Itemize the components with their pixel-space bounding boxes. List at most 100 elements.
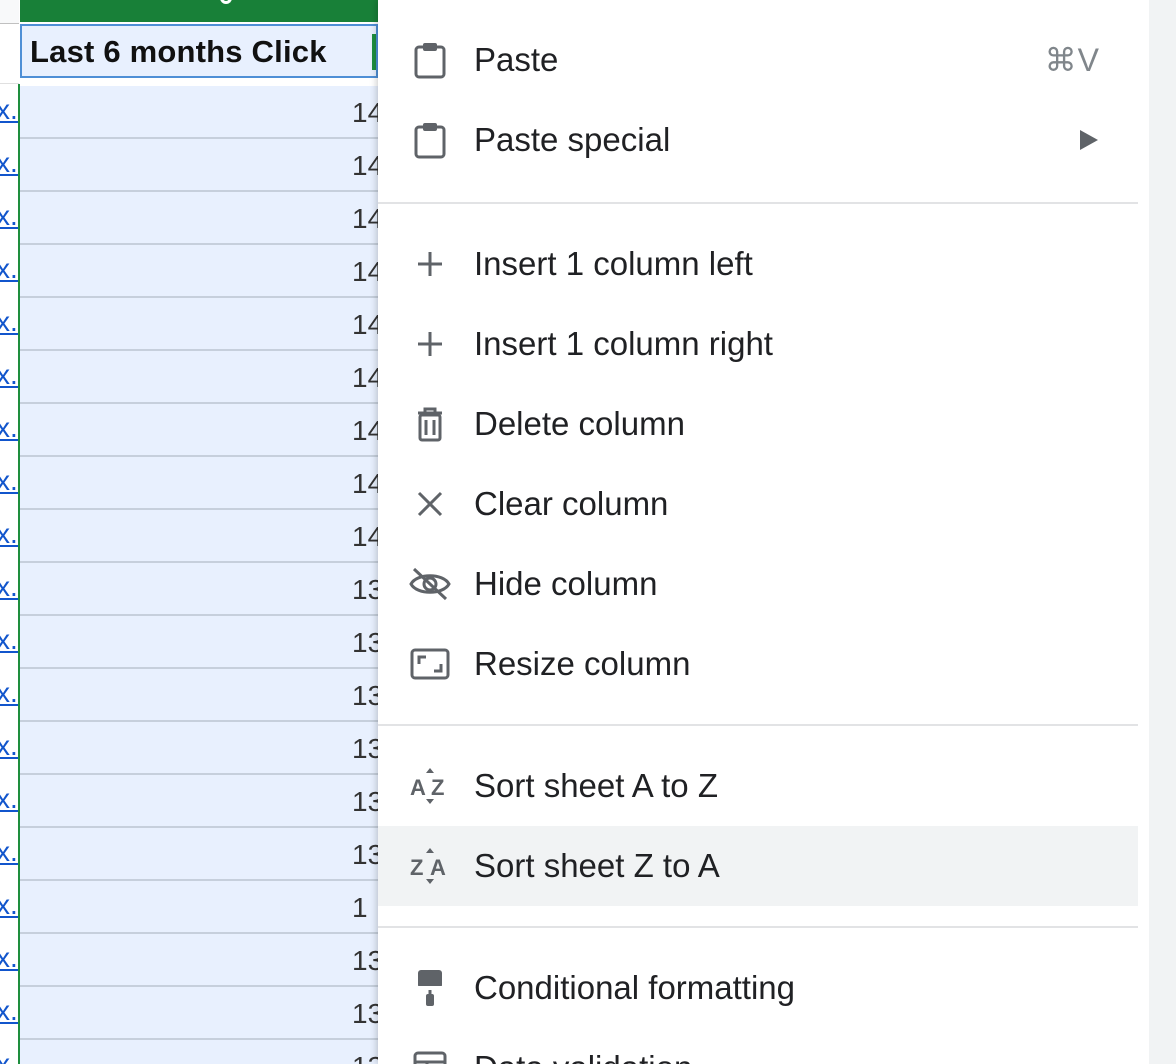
column-cells: 14 14 14 14 14 14 14 14 14 13 13 13 13 13 13 1 13 13 13 xyxy=(20,86,378,1064)
scrollbar-track[interactable] xyxy=(1149,0,1176,1064)
column-header-selected[interactable] xyxy=(20,0,378,22)
clipboard-icon xyxy=(408,40,452,80)
menu-item-paste-special[interactable]: Paste special xyxy=(378,100,1138,180)
menu-item-label: Clear column xyxy=(474,485,669,522)
table-row[interactable]: 1 xyxy=(20,881,378,934)
svg-text:A: A xyxy=(430,855,446,880)
table-row[interactable]: 14 xyxy=(20,351,378,404)
link-cell-fragment[interactable]: x.t xyxy=(0,1038,19,1064)
link-cell-fragment[interactable]: x.t xyxy=(0,614,19,666)
menu-item-conditional-formatting[interactable]: Conditional formatting xyxy=(378,948,1138,1028)
link-cell-fragment[interactable]: x.t xyxy=(0,243,19,295)
link-cell-fragment[interactable]: x.t xyxy=(0,561,19,613)
cell-value: 14 xyxy=(352,256,378,287)
link-cell-fragment[interactable]: x.t xyxy=(0,667,19,719)
cell-value: 13 xyxy=(352,733,378,764)
menu-item-label: Resize column xyxy=(474,645,691,682)
table-row[interactable]: 13 xyxy=(20,616,378,669)
plus-icon xyxy=(408,244,452,284)
trash-icon xyxy=(408,404,452,444)
clipboard-icon xyxy=(408,120,452,160)
link-cell-fragment[interactable]: x.t xyxy=(0,985,19,1037)
link-cell-fragment[interactable]: x.t xyxy=(0,84,19,136)
svg-text:Z: Z xyxy=(431,775,444,800)
cell-value: 14 xyxy=(352,468,378,499)
table-row[interactable]: 13 xyxy=(20,669,378,722)
table-row[interactable]: 14 xyxy=(20,139,378,192)
link-cell-fragment[interactable]: x.t xyxy=(0,349,19,401)
link-cell-fragment[interactable]: x.t xyxy=(0,720,19,772)
table-row[interactable]: 13 xyxy=(20,722,378,775)
previous-header-cell[interactable] xyxy=(0,24,19,84)
menu-item-label: Data validation xyxy=(474,1028,692,1064)
link-cell-fragment[interactable]: x.t xyxy=(0,932,19,984)
header-cell[interactable]: Last 6 months Click xyxy=(20,24,378,78)
link-cell-fragment[interactable]: x.t xyxy=(0,190,19,242)
link-cell-fragment[interactable]: x.t xyxy=(0,402,19,454)
menu-divider xyxy=(378,724,1138,726)
menu-item-delete-column[interactable]: Delete column xyxy=(378,384,1138,464)
cell-value: 14 xyxy=(352,415,378,446)
cell-value: 14 xyxy=(352,150,378,181)
cell-value: 14 xyxy=(352,97,378,128)
cell-value: 14 xyxy=(352,309,378,340)
menu-item-data-validation[interactable]: Data validation xyxy=(378,1028,1138,1064)
menu-item-insert-column-left[interactable]: Insert 1 column left xyxy=(378,224,1138,304)
link-cell-fragment[interactable]: x.t xyxy=(0,296,19,348)
menu-item-label: Sort sheet A to Z xyxy=(474,767,718,804)
previous-column-header[interactable] xyxy=(0,0,19,24)
paint-roller-icon xyxy=(408,968,452,1008)
menu-item-resize-column[interactable]: Resize column xyxy=(378,624,1138,704)
cell-value: 13 xyxy=(352,786,378,817)
link-cell-fragment[interactable]: x.t xyxy=(0,826,19,878)
table-row[interactable]: 14 xyxy=(20,510,378,563)
plus-icon xyxy=(408,324,452,364)
eye-off-icon xyxy=(408,564,452,604)
svg-text:A: A xyxy=(410,775,426,800)
resize-icon xyxy=(408,644,452,684)
table-row[interactable]: 13 xyxy=(20,563,378,616)
table-row[interactable]: 14 xyxy=(20,245,378,298)
menu-item-paste[interactable]: Paste ⌘V xyxy=(378,20,1138,100)
menu-item-label: Insert 1 column right xyxy=(474,325,773,362)
table-row[interactable]: 13 xyxy=(20,775,378,828)
table-row[interactable]: 14 xyxy=(20,298,378,351)
column-header-fragment xyxy=(220,0,232,4)
table-row[interactable]: 14 xyxy=(20,404,378,457)
link-cell-fragment[interactable]: x.t xyxy=(0,455,19,507)
table-row[interactable]: 14 xyxy=(20,192,378,245)
link-cell-fragment[interactable]: x.t xyxy=(0,879,19,931)
svg-text:Z: Z xyxy=(410,855,423,880)
cell-value: 13 xyxy=(352,998,378,1029)
cell-value: 13 xyxy=(352,945,378,976)
header-cell-text: Last 6 months Click xyxy=(30,34,327,69)
cell-value: 14 xyxy=(352,203,378,234)
table-row[interactable]: 13 xyxy=(20,987,378,1040)
sort-az-icon: AZ xyxy=(408,766,452,806)
menu-item-sort-z-to-a[interactable]: ZA Sort sheet Z to A xyxy=(378,826,1138,906)
spreadsheet-grid: x.tx.tx.tx.tx.tx.tx.tx.tx.tx.tx.tx.tx.tx… xyxy=(0,0,378,1064)
table-row[interactable]: 13 xyxy=(20,828,378,881)
menu-item-label: Hide column xyxy=(474,565,658,602)
data-validation-icon xyxy=(408,1048,452,1064)
cell-value: 13 xyxy=(352,627,378,658)
menu-item-insert-column-right[interactable]: Insert 1 column right xyxy=(378,304,1138,384)
menu-item-label: Delete column xyxy=(474,405,685,442)
menu-item-label: Paste special xyxy=(474,121,671,158)
link-cell-fragment[interactable]: x.t xyxy=(0,137,19,189)
cell-value: 14 xyxy=(352,362,378,393)
menu-item-label: Paste xyxy=(474,41,559,78)
menu-divider xyxy=(378,926,1138,928)
menu-item-clear-column[interactable]: Clear column xyxy=(378,464,1138,544)
menu-item-sort-a-to-z[interactable]: AZ Sort sheet A to Z xyxy=(378,746,1138,826)
table-row[interactable]: 14 xyxy=(20,457,378,510)
menu-item-label: Conditional formatting xyxy=(474,969,796,1006)
link-cell-fragment[interactable]: x.t xyxy=(0,773,19,825)
close-icon xyxy=(408,484,452,524)
menu-item-hide-column[interactable]: Hide column xyxy=(378,544,1138,624)
link-cell-fragment[interactable]: x.t xyxy=(0,508,19,560)
cell-value: 14 xyxy=(352,521,378,552)
table-row[interactable]: 13 xyxy=(20,1040,378,1064)
table-row[interactable]: 13 xyxy=(20,934,378,987)
table-row[interactable]: 14 xyxy=(20,86,378,139)
